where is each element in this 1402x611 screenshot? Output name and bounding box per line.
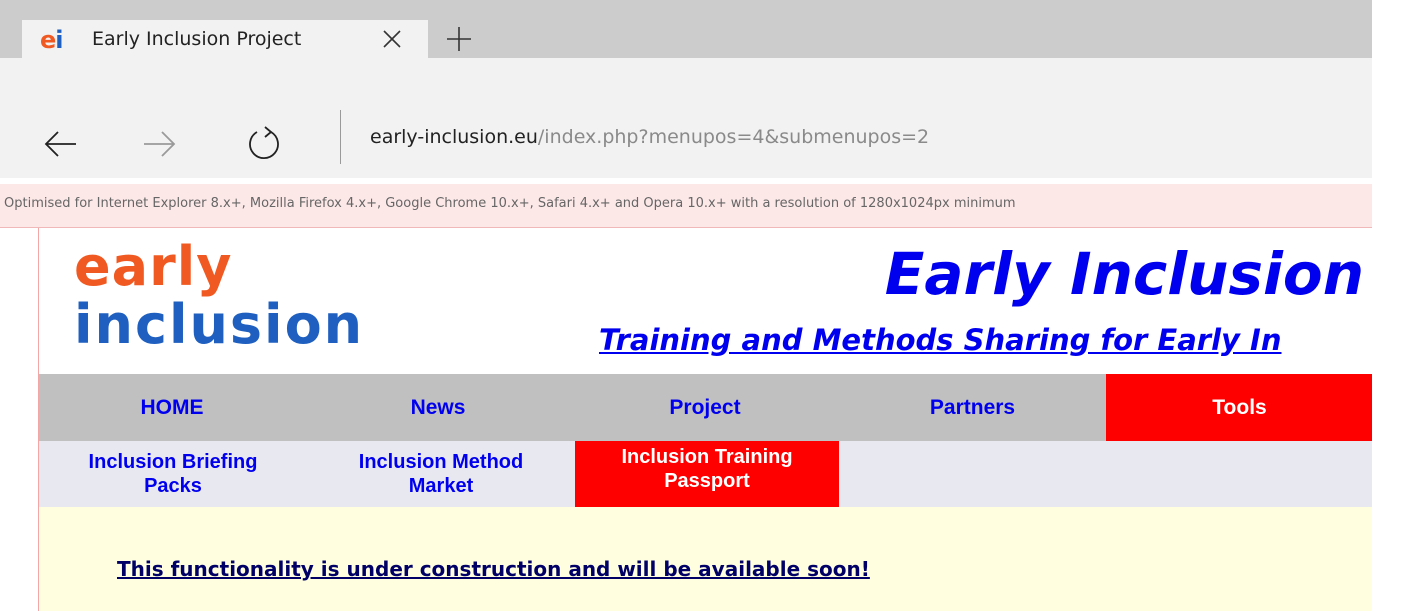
- address-bar[interactable]: early-inclusion.eu/index.php?menupos=4&s…: [370, 126, 929, 148]
- browser-tab[interactable]: ei Early Inclusion Project: [22, 20, 428, 58]
- main-menu: HOME News Project Partners Tools: [39, 374, 1372, 441]
- browser-notice-bar: Optimised for Internet Explorer 8.x+, Mo…: [0, 184, 1372, 228]
- menu-item-news[interactable]: News: [305, 374, 571, 441]
- arrow-right-icon[interactable]: [140, 124, 180, 164]
- address-separator: [340, 110, 341, 164]
- construction-message: This functionality is under construction…: [117, 557, 870, 581]
- plus-icon[interactable]: [444, 24, 474, 54]
- arrow-left-icon[interactable]: [40, 124, 80, 164]
- refresh-icon[interactable]: [244, 124, 284, 164]
- content-area: This functionality is under construction…: [39, 507, 1372, 611]
- tab-strip: ei Early Inclusion Project: [0, 0, 1372, 58]
- web-page: early inclusion Early Inclusion Training…: [38, 228, 1372, 611]
- navigation-bar: [0, 58, 1372, 178]
- site-logo[interactable]: early inclusion: [74, 240, 394, 370]
- menu-item-project[interactable]: Project: [571, 374, 839, 441]
- sub-menu: Inclusion Briefing Packs Inclusion Metho…: [39, 441, 1372, 507]
- menu-item-partners[interactable]: Partners: [839, 374, 1106, 441]
- logo-line-early: early: [74, 235, 233, 298]
- close-icon[interactable]: [378, 25, 406, 53]
- logo-line-inclusion: inclusion: [74, 293, 365, 356]
- site-subtitle-link[interactable]: Training and Methods Sharing for Early I…: [599, 322, 1281, 358]
- tab-title: Early Inclusion Project: [92, 28, 302, 50]
- submenu-item-briefing-packs[interactable]: Inclusion Briefing Packs: [39, 441, 307, 507]
- menu-item-tools[interactable]: Tools: [1106, 374, 1372, 441]
- submenu-item-training-passport[interactable]: Inclusion Training Passport: [575, 441, 839, 507]
- menu-item-home[interactable]: HOME: [39, 374, 305, 441]
- address-path: /index.php?menupos=4&submenupos=2: [537, 126, 930, 148]
- site-title: Early Inclusion: [884, 240, 1364, 308]
- address-host: early-inclusion.eu: [370, 126, 538, 148]
- favicon-icon: ei: [40, 26, 64, 54]
- browser-notice-text: Optimised for Internet Explorer 8.x+, Mo…: [4, 196, 1016, 211]
- submenu-item-method-market[interactable]: Inclusion Method Market: [307, 441, 575, 507]
